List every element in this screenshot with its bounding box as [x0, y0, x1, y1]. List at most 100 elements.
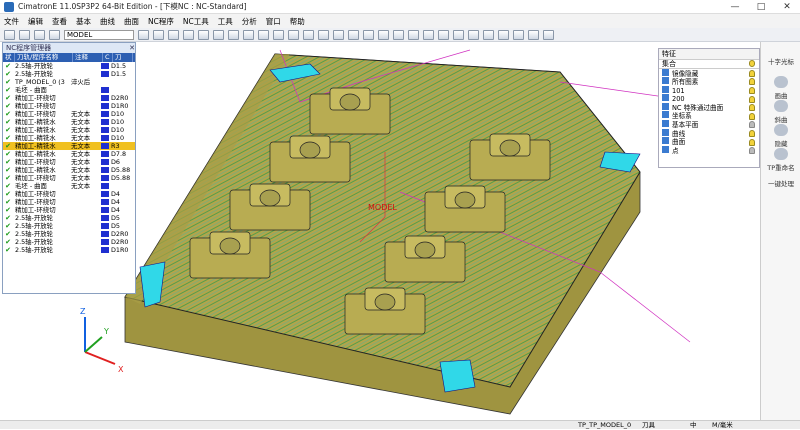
nc-program-row[interactable]: ✔ 毛坯 - 曲面 无文本: [3, 182, 135, 190]
visibility-bulb-icon[interactable]: [749, 78, 755, 86]
nc-program-row[interactable]: ✔ 精加工-精铣水 无文本 D10: [3, 118, 135, 126]
nc-program-row[interactable]: ✔ 2.5轴-开放轮 D5: [3, 222, 135, 230]
layer-icon[interactable]: [49, 29, 60, 40]
program-tool: D10: [111, 118, 125, 126]
open-icon[interactable]: [19, 29, 30, 40]
menu-nc-tools[interactable]: NC工具: [183, 16, 209, 27]
measure-icon[interactable]: [333, 29, 344, 40]
feature-row[interactable]: 点: [659, 145, 759, 155]
nc-panel-close-button[interactable]: ✕: [129, 43, 135, 53]
sidebar-one-click[interactable]: 一键处理: [761, 178, 800, 188]
save-icon[interactable]: [34, 29, 45, 40]
nc-program-row[interactable]: ✔ 精加工-精铣水 无文本 D10: [3, 134, 135, 142]
nc-program-row[interactable]: ✔ 精加工-环绕切 D2R0: [3, 94, 135, 102]
snap-icon[interactable]: [513, 29, 524, 40]
view-iso-icon[interactable]: [273, 29, 284, 40]
undo-icon[interactable]: [453, 29, 464, 40]
menu-view[interactable]: 查看: [52, 16, 67, 27]
menu-tools[interactable]: 工具: [218, 16, 233, 27]
post-icon[interactable]: [438, 29, 449, 40]
col-tool[interactable]: 刀: [113, 53, 133, 62]
nc-program-row[interactable]: ✔ 2.5轴-开放轮 D2R0: [3, 230, 135, 238]
sidebar-draw-curve[interactable]: 画曲: [761, 76, 800, 100]
select-icon[interactable]: [153, 29, 164, 40]
nc-program-row[interactable]: ✔ 精加工-精铣水 无文本 R3: [3, 142, 135, 150]
nc-program-row[interactable]: ✔ 精加工-环绕切 D4: [3, 206, 135, 214]
hide-icon[interactable]: [528, 29, 539, 40]
nc-program-row[interactable]: ✔ 2.5轴-开放轮 D2R0: [3, 238, 135, 246]
menu-analysis[interactable]: 分析: [242, 16, 257, 27]
color-swatch: [101, 143, 109, 149]
nc-program-row[interactable]: ✔ 精加工-精铣水 无文本 D5.88: [3, 166, 135, 174]
light-icon[interactable]: [363, 29, 374, 40]
toolpath-icon[interactable]: [408, 29, 419, 40]
sidebar-tp-rename[interactable]: TP重命名: [761, 148, 800, 172]
close-button[interactable]: ✕: [774, 0, 800, 14]
zoom-icon[interactable]: [183, 29, 194, 40]
nc-program-row[interactable]: ✔ 精加工-环绕切 D4: [3, 190, 135, 198]
status-check-icon: ✔: [5, 142, 11, 150]
grid-icon[interactable]: [498, 29, 509, 40]
program-tool: D10: [111, 134, 125, 142]
wireframe-icon[interactable]: [303, 29, 314, 40]
new-icon[interactable]: [4, 29, 15, 40]
fit-icon[interactable]: [228, 29, 239, 40]
visibility-bulb-icon[interactable]: [749, 129, 755, 137]
visibility-bulb-icon[interactable]: [749, 86, 755, 94]
sidebar-hide[interactable]: 隐藏: [761, 124, 800, 148]
color-icon[interactable]: [348, 29, 359, 40]
nc-program-row[interactable]: ✔ 精加工-环绕切 无文本 D6: [3, 158, 135, 166]
menu-nc-program[interactable]: NC程序: [148, 16, 174, 27]
sidebar-crosshair[interactable]: 十字光标: [761, 56, 800, 66]
section-icon[interactable]: [318, 29, 329, 40]
nc-program-row[interactable]: ✔ 精加工-环绕切 无文本 D5.88: [3, 174, 135, 182]
menu-help[interactable]: 帮助: [290, 16, 305, 27]
menu-window[interactable]: 窗口: [266, 16, 281, 27]
tool-icon[interactable]: [393, 29, 404, 40]
nc-program-row[interactable]: ✔ TP_MODEL_0 (3 淬火后: [3, 78, 135, 86]
visibility-bulb-icon[interactable]: [749, 104, 755, 112]
nc-program-row[interactable]: ✔ 毛坯 - 曲面: [3, 86, 135, 94]
menu-surface[interactable]: 曲面: [124, 16, 139, 27]
visibility-bulb-icon[interactable]: [749, 138, 755, 146]
model-select[interactable]: MODEL: [64, 29, 134, 40]
visibility-bulb-icon[interactable]: [749, 112, 755, 120]
program-comment: 淬火后: [71, 78, 91, 86]
nc-program-row[interactable]: ✔ 2.5轴-开放轮 D1.5: [3, 70, 135, 78]
view-front-icon[interactable]: [243, 29, 254, 40]
cursor-icon[interactable]: [483, 29, 494, 40]
menu-file[interactable]: 文件: [4, 16, 19, 27]
sidebar-skew-curve[interactable]: 斜曲: [761, 100, 800, 124]
simulate-icon[interactable]: [423, 29, 434, 40]
shading-icon[interactable]: [288, 29, 299, 40]
nc-program-row[interactable]: ✔ 2.5轴-开放轮 D1R0: [3, 246, 135, 254]
redo-icon[interactable]: [468, 29, 479, 40]
col-comment[interactable]: 注释: [73, 53, 103, 62]
nc-program-row[interactable]: ✔ 精加工-精铣水 无文本 D7.8: [3, 150, 135, 158]
menu-edit[interactable]: 编辑: [28, 16, 43, 27]
nc-program-row[interactable]: ✔ 2.5轴-开放轮 D5: [3, 214, 135, 222]
visibility-bulb-icon[interactable]: [749, 95, 755, 103]
col-status[interactable]: 状况: [3, 53, 15, 70]
maximize-button[interactable]: □: [748, 0, 774, 14]
pick-icon[interactable]: [168, 29, 179, 40]
nc-program-row[interactable]: ✔ 精加工-环绕切 D1R0: [3, 102, 135, 110]
menu-curve[interactable]: 曲线: [100, 16, 115, 27]
pan-icon[interactable]: [198, 29, 209, 40]
render-icon[interactable]: [378, 29, 389, 40]
visibility-bulb-icon[interactable]: [749, 147, 755, 155]
nc-program-row[interactable]: ✔ 精加工-精铣水 无文本 D10: [3, 126, 135, 134]
menu-basic[interactable]: 基本: [76, 16, 91, 27]
show-icon[interactable]: [543, 29, 554, 40]
visibility-bulb-icon[interactable]: [749, 121, 755, 129]
col-name[interactable]: 刀轨/程序名称: [15, 53, 73, 62]
col-color[interactable]: C: [103, 53, 113, 62]
minimize-button[interactable]: —: [722, 0, 748, 14]
rotate-icon[interactable]: [213, 29, 224, 40]
nc-program-row[interactable]: ✔ 精加工-环绕切 无文本 D10: [3, 110, 135, 118]
filter-icon[interactable]: [138, 29, 149, 40]
visibility-bulb-icon[interactable]: [749, 69, 755, 77]
view-top-icon[interactable]: [258, 29, 269, 40]
nc-program-row[interactable]: ✔ 2.5轴-开放轮 D1.5: [3, 62, 135, 70]
nc-program-row[interactable]: ✔ 精加工-环绕切 D4: [3, 198, 135, 206]
